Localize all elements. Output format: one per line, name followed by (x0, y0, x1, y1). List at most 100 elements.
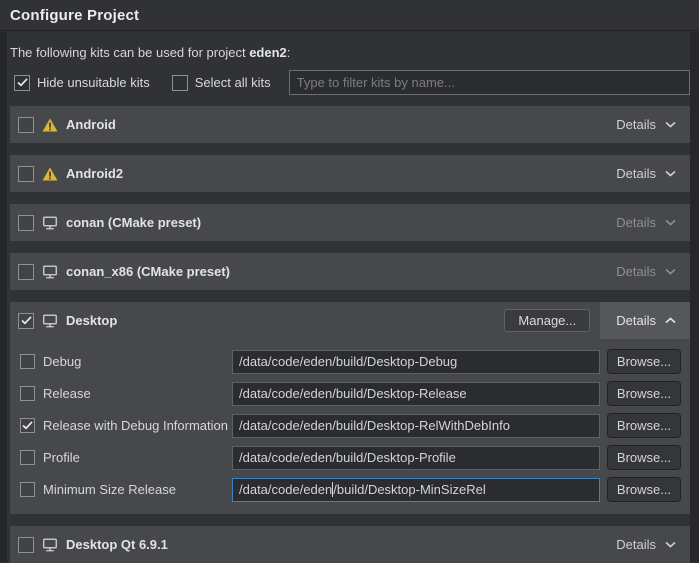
desktop-icon (42, 265, 58, 279)
kit-header: conan (CMake preset) Details (10, 204, 690, 241)
details-toggle[interactable]: Details (600, 302, 690, 339)
page-header: Configure Project (0, 0, 699, 31)
warning-icon (42, 118, 58, 132)
build-config-label: Debug (43, 354, 232, 369)
build-dir-input[interactable]: /data/code/eden/build/Desktop-MinSizeRel (232, 478, 600, 502)
build-dir-input[interactable]: /data/code/eden/build/Desktop-Release (232, 382, 600, 406)
configure-project-panel: The following kits can be used for proje… (7, 32, 690, 562)
kit-checkbox[interactable] (18, 313, 34, 329)
build-config-label: Profile (43, 450, 232, 465)
desktop-icon (42, 216, 58, 230)
desktop-icon (42, 314, 58, 328)
chevron-down-icon (665, 170, 676, 177)
details-toggle[interactable]: Details (600, 253, 690, 290)
intro-prefix: The following kits can be used for proje… (10, 45, 249, 60)
select-all-kits-checkbox[interactable] (172, 75, 188, 91)
kit-header: Android Details (10, 106, 690, 143)
kit-row: conan_x86 (CMake preset) Details (10, 253, 690, 290)
kit-checkbox[interactable] (18, 537, 34, 553)
kit-filter-input[interactable] (289, 70, 690, 95)
path-text: /data/code/eden/build/Desktop-RelWithDeb… (239, 418, 510, 433)
browse-button[interactable]: Browse... (607, 413, 681, 438)
build-config-row: Release with Debug Information/data/code… (20, 413, 681, 438)
kit-list: AndroidDetailsAndroid2Detailsconan (CMak… (10, 106, 690, 563)
build-config-label: Minimum Size Release (43, 482, 232, 497)
filter-row: Hide unsuitable kits Select all kits (10, 70, 690, 95)
path-text: /build/Desktop-MinSizeRel (333, 482, 485, 497)
details-label: Details (616, 313, 656, 328)
browse-button[interactable]: Browse... (607, 381, 681, 406)
chevron-down-icon (665, 121, 676, 128)
kit-row: Android2 Details (10, 155, 690, 192)
details-toggle[interactable]: Details (600, 526, 690, 563)
build-config-label: Release (43, 386, 232, 401)
chevron-down-icon (665, 219, 676, 226)
browse-button[interactable]: Browse... (607, 349, 681, 374)
kit-row: Desktop Qt 6.9.1 Details (10, 526, 690, 563)
kit-checkbox[interactable] (18, 215, 34, 231)
hide-unsuitable-kits-label: Hide unsuitable kits (37, 75, 150, 90)
kit-checkbox[interactable] (18, 264, 34, 280)
details-label: Details (616, 537, 656, 552)
build-dir-input[interactable]: /data/code/eden/build/Desktop-RelWithDeb… (232, 414, 600, 438)
build-config-checkbox[interactable] (20, 418, 35, 433)
browse-button[interactable]: Browse... (607, 477, 681, 502)
desktop-icon (42, 538, 58, 552)
kit-header: Android2 Details (10, 155, 690, 192)
kit-name: Desktop Qt 6.9.1 (66, 537, 168, 552)
build-config-checkbox[interactable] (20, 450, 35, 465)
chevron-up-icon (665, 317, 676, 324)
details-label: Details (616, 264, 656, 279)
build-dir-input[interactable]: /data/code/eden/build/Desktop-Profile (232, 446, 600, 470)
left-gutter (0, 32, 7, 562)
kit-header: conan_x86 (CMake preset) Details (10, 253, 690, 290)
chevron-down-icon (665, 268, 676, 275)
kit-name: conan (CMake preset) (66, 215, 201, 230)
page-title: Configure Project (10, 7, 139, 24)
build-config-row: Minimum Size Release/data/code/eden/buil… (20, 477, 681, 502)
select-all-kits-label: Select all kits (195, 75, 271, 90)
details-label: Details (616, 166, 656, 181)
details-toggle[interactable]: Details (600, 204, 690, 241)
right-gutter (690, 32, 699, 562)
chevron-down-icon (665, 541, 676, 548)
kit-header: Desktop Qt 6.9.1 Details (10, 526, 690, 563)
kit-row: conan (CMake preset) Details (10, 204, 690, 241)
details-toggle[interactable]: Details (600, 155, 690, 192)
intro-suffix: : (287, 45, 291, 60)
details-label: Details (616, 117, 656, 132)
manage-button[interactable]: Manage... (504, 309, 590, 332)
kit-row: Android Details (10, 106, 690, 143)
kit-header: Desktop Manage... Details (10, 302, 690, 339)
check-icon (17, 78, 28, 87)
intro-text: The following kits can be used for proje… (10, 45, 690, 60)
build-config-checkbox[interactable] (20, 386, 35, 401)
build-config-row: Debug/data/code/eden/build/Desktop-Debug… (20, 349, 681, 374)
build-dir-input[interactable]: /data/code/eden/build/Desktop-Debug (232, 350, 600, 374)
project-name: eden2 (249, 45, 287, 60)
build-config-label: Release with Debug Information (43, 418, 232, 433)
build-config-row: Release/data/code/eden/build/Desktop-Rel… (20, 381, 681, 406)
path-text: /data/code/eden/build/Desktop-Release (239, 386, 467, 401)
check-icon (22, 421, 33, 430)
build-config-row: Profile/data/code/eden/build/Desktop-Pro… (20, 445, 681, 470)
kit-name: conan_x86 (CMake preset) (66, 264, 230, 279)
check-icon (21, 316, 32, 325)
build-config-checkbox[interactable] (20, 482, 35, 497)
build-config-checkbox[interactable] (20, 354, 35, 369)
kit-details-body: Debug/data/code/eden/build/Desktop-Debug… (10, 339, 690, 514)
warning-icon (42, 167, 58, 181)
kit-name: Android (66, 117, 116, 132)
path-text: /data/code/eden (239, 482, 332, 497)
details-label: Details (616, 215, 656, 230)
kit-name: Desktop (66, 313, 117, 328)
kit-checkbox[interactable] (18, 166, 34, 182)
kit-section-expanded: Desktop Manage... Details Debug/data/code/e… (10, 302, 690, 514)
hide-unsuitable-kits-checkbox[interactable] (14, 75, 30, 91)
path-text: /data/code/eden/build/Desktop-Debug (239, 354, 457, 369)
details-toggle[interactable]: Details (600, 106, 690, 143)
kit-name: Android2 (66, 166, 123, 181)
path-text: /data/code/eden/build/Desktop-Profile (239, 450, 456, 465)
browse-button[interactable]: Browse... (607, 445, 681, 470)
kit-checkbox[interactable] (18, 117, 34, 133)
